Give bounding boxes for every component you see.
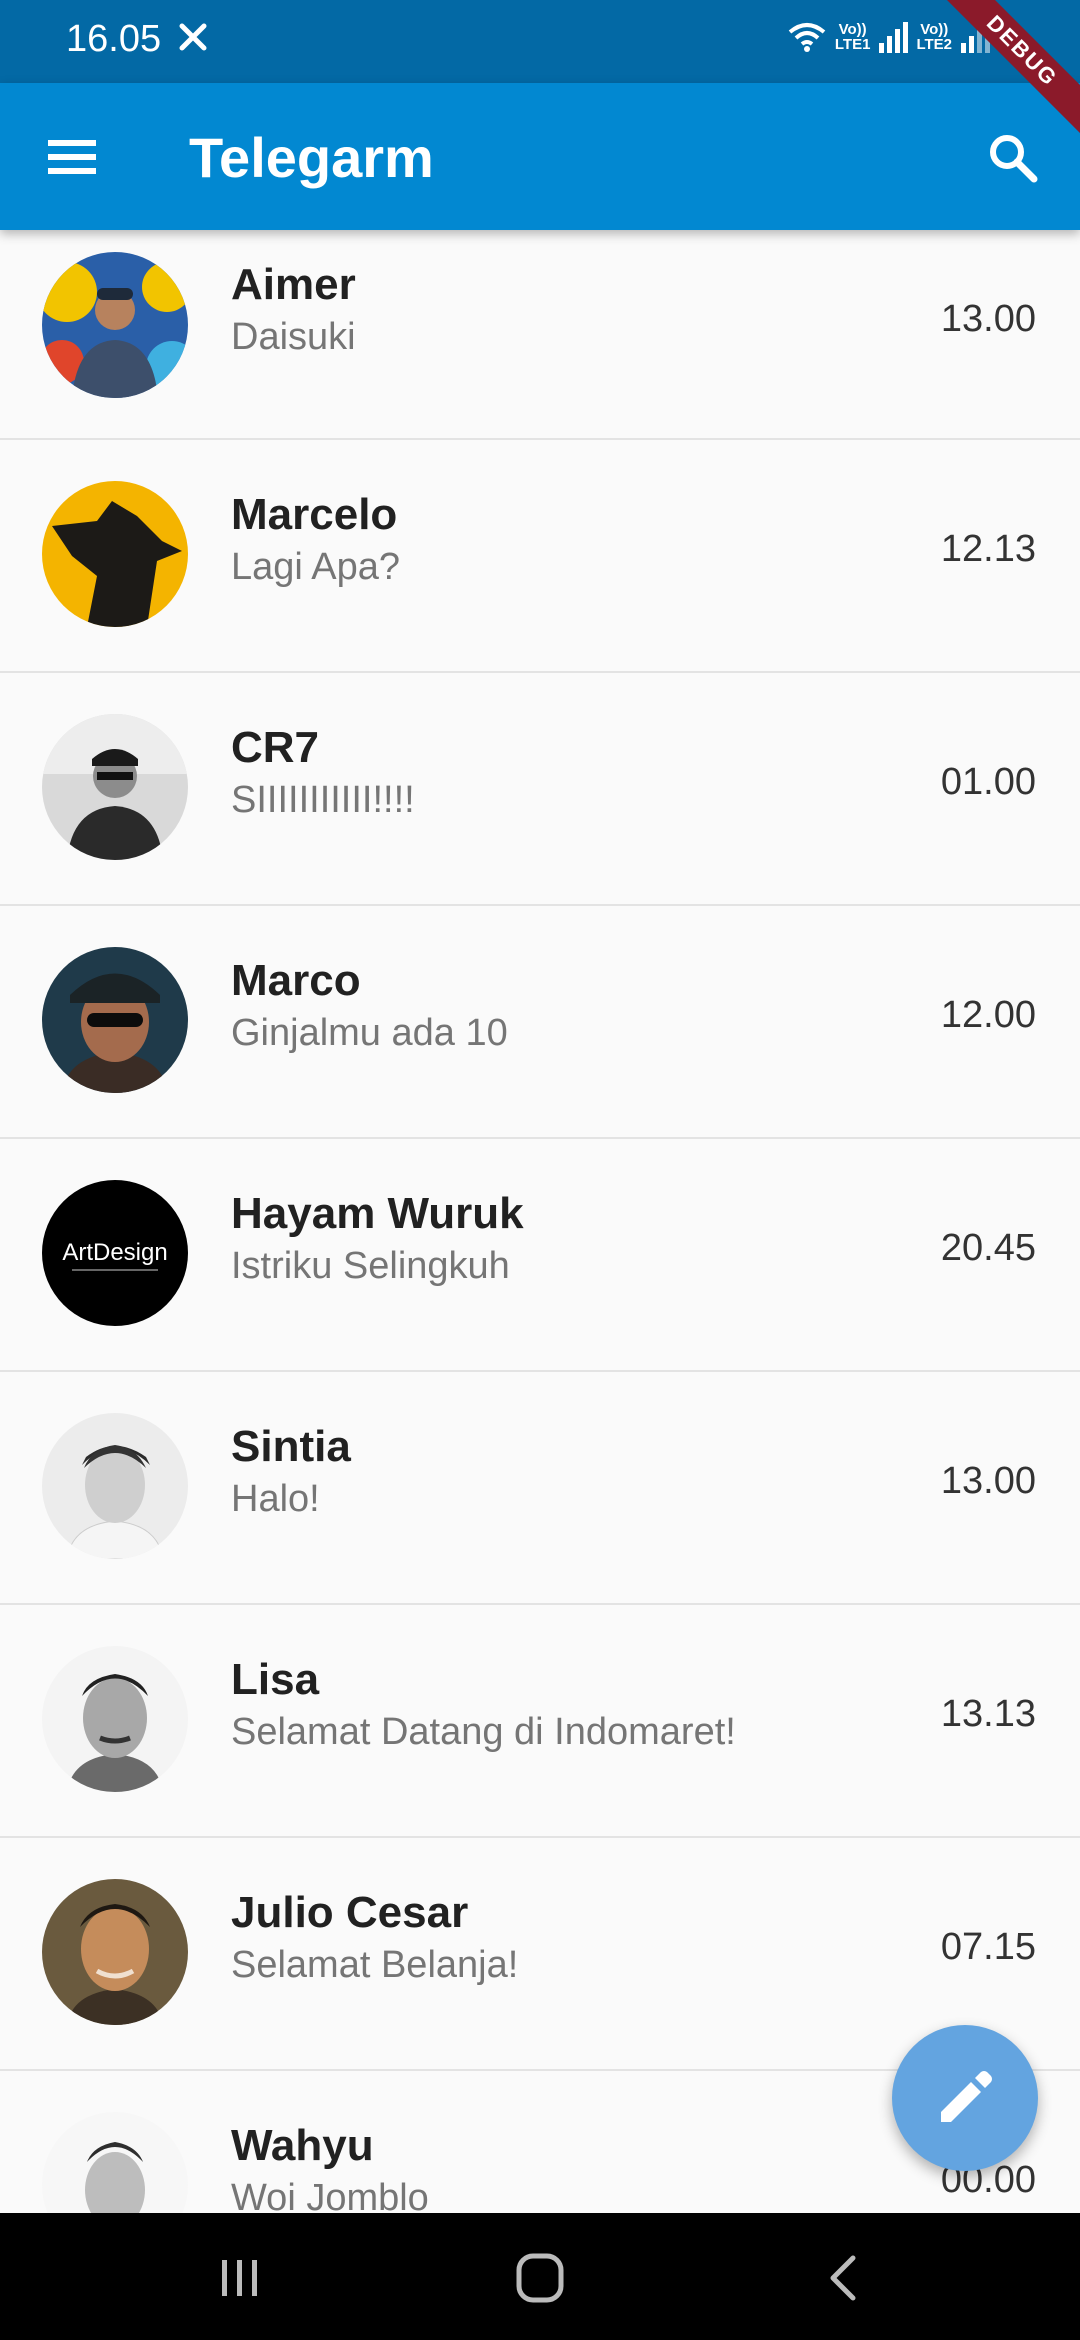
chat-message: Ginjalmu ada 10 <box>231 1012 508 1054</box>
chat-name: Marcelo <box>231 490 398 539</box>
chat-time: 12.13 <box>940 528 1036 570</box>
chat-name: Lisa <box>231 1655 320 1704</box>
status-bar: 16.05 Vo)) LTE1 Vo)) LTE2 <box>0 0 1080 83</box>
chat-message: Selamat Belanja! <box>231 1944 519 1986</box>
chat-row-marcelo[interactable]: Marcelo Lagi Apa? 12.13 <box>0 440 1080 673</box>
home-icon[interactable] <box>510 2250 570 2306</box>
chat-time: 13.00 <box>940 298 1036 340</box>
avatar <box>42 1413 188 1559</box>
sim1-label: Vo)) LTE1 <box>834 21 871 53</box>
chat-row-marco[interactable]: Marco Ginjalmu ada 10 12.00 <box>0 906 1080 1139</box>
avatar <box>42 2112 188 2213</box>
chat-name: Wahyu <box>231 2121 374 2170</box>
pencil-edit-icon <box>941 2071 992 2122</box>
signal-icon-sim1 <box>879 22 909 53</box>
avatar <box>42 714 188 860</box>
chat-name: Sintia <box>231 1422 351 1471</box>
chat-message: SIIIIIIIIIII!!!! <box>231 779 415 821</box>
avatar <box>42 481 188 627</box>
chat-time: 12.00 <box>940 994 1036 1036</box>
avatar <box>42 1646 188 1792</box>
chat-row-lisa[interactable]: Lisa Selamat Datang di Indomaret! 13.13 <box>0 1605 1080 1838</box>
avatar-art-text: ArtDesign <box>62 1239 167 1266</box>
chat-time: 01.00 <box>940 761 1036 803</box>
chat-row-julio-cesar[interactable]: Julio Cesar Selamat Belanja! 07.15 <box>0 1838 1080 2071</box>
chat-time: 13.13 <box>940 1693 1036 1735</box>
notification-x-icon <box>178 22 208 57</box>
chat-time: 20.45 <box>940 1227 1036 1269</box>
chat-time: 13.00 <box>940 1460 1036 1502</box>
wifi-icon <box>788 23 826 52</box>
chat-row-aimer[interactable]: Aimer Daisuki 13.00 <box>0 230 1080 440</box>
chat-message: Woi Jomblo <box>231 2177 429 2213</box>
chat-message: Istriku Selingkuh <box>231 1245 510 1287</box>
sim2-label: Vo)) LTE2 <box>916 21 952 53</box>
chat-row-sintia[interactable]: Sintia Halo! 13.00 <box>0 1372 1080 1605</box>
avatar <box>42 947 188 1093</box>
hamburger-menu-icon[interactable] <box>46 134 100 180</box>
chat-name: Hayam Wuruk <box>231 1189 524 1238</box>
compose-button[interactable] <box>892 2025 1038 2171</box>
chat-message: Daisuki <box>231 316 356 358</box>
chat-time: 07.15 <box>940 1926 1036 1968</box>
avatar: ArtDesign <box>42 1180 188 1326</box>
status-time: 16.05 <box>66 18 162 60</box>
chat-row-hayam-wuruk[interactable]: ArtDesign Hayam Wuruk Istriku Selingkuh … <box>0 1139 1080 1372</box>
chat-message: Halo! <box>231 1478 320 1520</box>
chat-message: Selamat Datang di Indomaret! <box>231 1711 736 1753</box>
app-title: Telegarm <box>189 126 434 189</box>
navigation-bar <box>0 2213 1080 2340</box>
search-icon[interactable] <box>986 131 1040 185</box>
chat-name: Julio Cesar <box>231 1888 469 1937</box>
chat-row-cr7[interactable]: CR7 SIIIIIIIIIII!!!! 01.00 <box>0 673 1080 906</box>
chat-message: Lagi Apa? <box>231 546 401 588</box>
chat-name: Marco <box>231 956 361 1005</box>
chat-name: CR7 <box>231 723 320 772</box>
recent-apps-icon[interactable] <box>210 2250 270 2306</box>
chat-name: Aimer <box>231 260 356 309</box>
avatar <box>42 1879 188 2025</box>
app-bar: Telegarm <box>0 83 1080 230</box>
chat-list: Aimer Daisuki 13.00 Marcelo Lagi Apa? 12… <box>0 230 1080 2213</box>
back-icon[interactable] <box>815 2250 875 2306</box>
avatar <box>42 252 188 398</box>
